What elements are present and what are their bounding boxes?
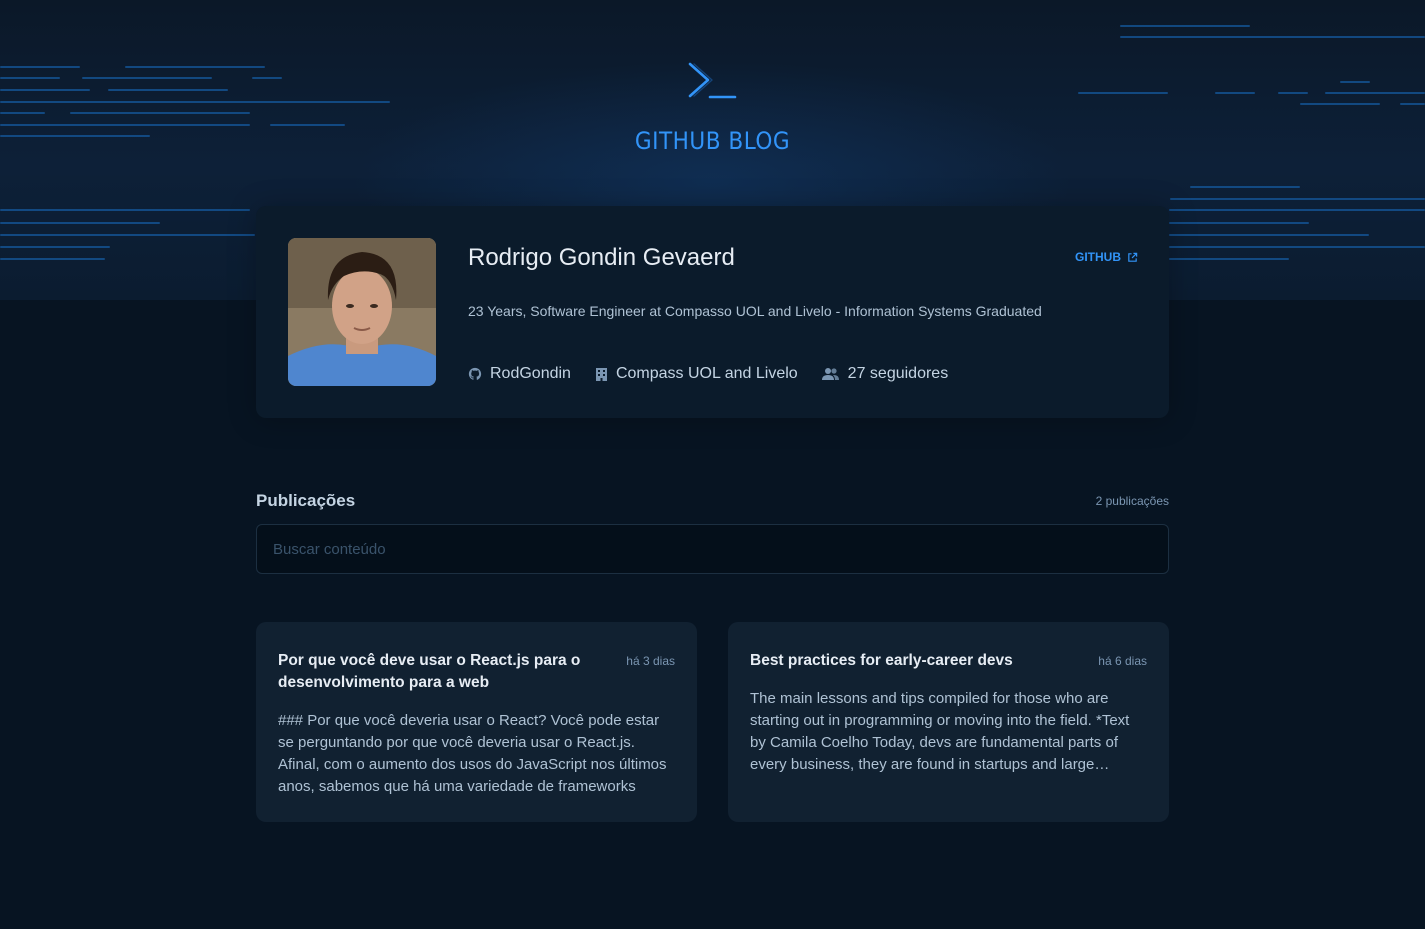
username-text: RodGondin xyxy=(490,365,571,382)
followers-item: 27 seguidores xyxy=(821,365,949,383)
publications-count: 2 publicações xyxy=(1095,494,1169,508)
decor-line xyxy=(1169,234,1369,236)
username-item: RodGondin xyxy=(468,365,571,383)
decor-line xyxy=(0,89,90,91)
post-date: há 3 dias xyxy=(626,654,675,668)
decor-line xyxy=(1170,198,1425,200)
github-icon xyxy=(468,367,482,380)
post-header: Best practices for early-career devs há … xyxy=(750,650,1147,672)
building-icon xyxy=(595,367,607,381)
decor-line xyxy=(1120,36,1425,38)
decor-line xyxy=(0,77,60,79)
company-item: Compass UOL and Livelo xyxy=(595,365,798,383)
github-link[interactable]: GITHUB xyxy=(1075,250,1138,264)
search-input[interactable] xyxy=(256,524,1169,574)
decor-line xyxy=(0,209,250,211)
profile-meta: RodGondin Compass UOL and Livelo 27 segu… xyxy=(468,365,948,383)
profile-card: Rodrigo Gondin Gevaerd GITHUB 23 Years, … xyxy=(256,206,1169,418)
decor-line xyxy=(1120,25,1250,27)
decor-line xyxy=(82,77,212,79)
publications-title: Publicações xyxy=(256,491,356,510)
avatar-photo xyxy=(288,238,436,386)
company-text: Compass UOL and Livelo xyxy=(615,365,798,382)
post-title: Por que você deve usar o React.js para o… xyxy=(278,652,581,691)
avatar xyxy=(288,238,436,386)
logo-title: GITHUB BLOG xyxy=(634,127,791,155)
post-excerpt: The main lessons and tips compiled for t… xyxy=(750,690,1130,773)
users-icon xyxy=(821,368,839,380)
post-card[interactable]: Best practices for early-career devs há … xyxy=(728,622,1169,822)
post-title: Best practices for early-career devs xyxy=(750,652,1013,669)
decor-line xyxy=(270,124,345,126)
decor-line xyxy=(0,258,105,260)
decor-line xyxy=(1278,92,1308,94)
decor-line xyxy=(0,234,255,236)
decor-line xyxy=(0,222,160,224)
decor-line xyxy=(108,89,228,91)
decor-line xyxy=(1325,92,1425,94)
decor-line xyxy=(0,112,45,114)
external-link-icon xyxy=(1128,252,1138,262)
decor-line xyxy=(1169,209,1425,211)
profile-bio: 23 Years, Software Engineer at Compasso … xyxy=(468,303,1042,319)
terminal-logo-icon xyxy=(688,62,737,99)
decor-line xyxy=(1300,103,1380,105)
decor-line xyxy=(0,246,110,248)
post-header: Por que você deve usar o React.js para o… xyxy=(278,650,675,694)
decor-line xyxy=(252,77,282,79)
decor-line xyxy=(1400,103,1425,105)
post-excerpt: ### Por que você deveria usar o React? V… xyxy=(278,712,667,795)
decor-line xyxy=(1190,186,1300,188)
decor-line xyxy=(70,112,250,114)
profile-name: Rodrigo Gondin Gevaerd xyxy=(468,244,735,271)
github-link-label: GITHUB xyxy=(1075,250,1121,264)
decor-line xyxy=(1215,92,1255,94)
post-card[interactable]: Por que você deve usar o React.js para o… xyxy=(256,622,697,822)
decor-line xyxy=(1169,258,1289,260)
decor-line xyxy=(1078,92,1168,94)
decor-line xyxy=(1169,222,1309,224)
decor-line xyxy=(0,124,250,126)
decor-line xyxy=(0,66,80,68)
followers-text: 27 seguidores xyxy=(847,365,949,382)
decor-line xyxy=(1340,81,1370,83)
decor-line xyxy=(0,101,390,103)
post-date: há 6 dias xyxy=(1098,654,1147,668)
decor-line xyxy=(1169,246,1425,248)
decor-line xyxy=(125,66,265,68)
